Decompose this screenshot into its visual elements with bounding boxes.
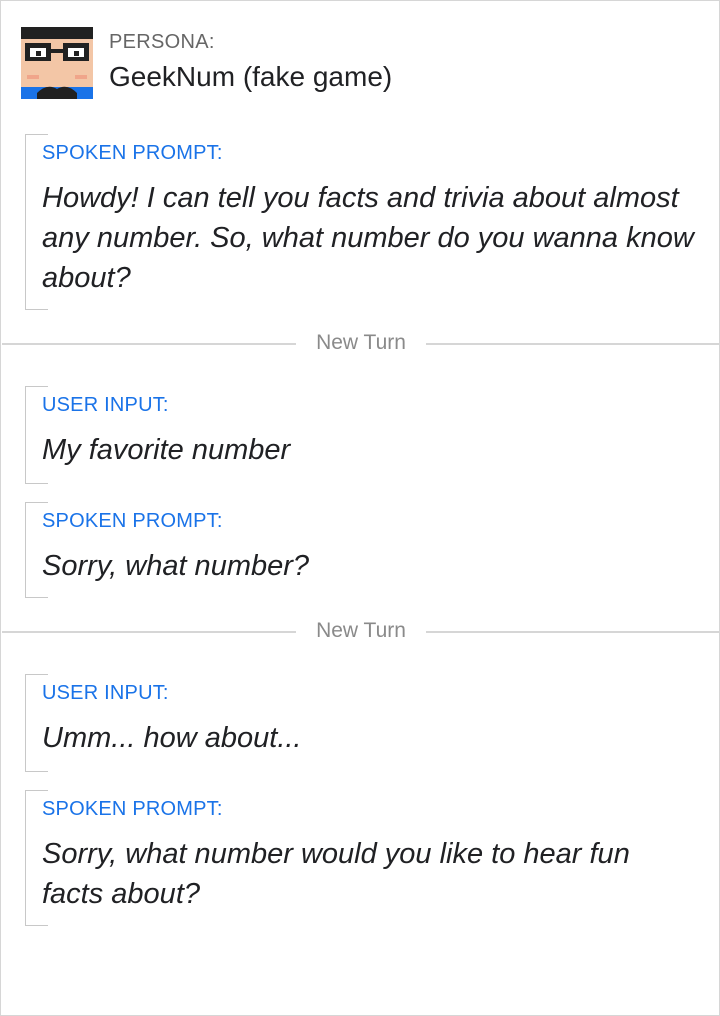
spoken-prompt-label: SPOKEN PROMPT: (42, 510, 223, 532)
user-input-text: My favorite number (42, 434, 291, 466)
user-input-label: USER INPUT: (42, 394, 169, 416)
persona-avatar-icon (21, 27, 93, 99)
spoken-prompt-label: SPOKEN PROMPT: (42, 798, 223, 820)
new-turn-label: New Turn (316, 619, 406, 642)
spoken-prompt-block: SPOKEN PROMPT: Howdy! I can tell you fac… (25, 134, 696, 310)
new-turn-label: New Turn (316, 331, 406, 354)
conversation-card: PERSONA: GeekNum (fake game) SPOKEN PROM… (0, 0, 720, 1016)
user-input-block: USER INPUT: Umm... how about... (25, 674, 696, 772)
spoken-prompt-text: Sorry, what number would you like to hea… (42, 838, 630, 910)
spoken-prompt-text: Howdy! I can tell you facts and trivia a… (42, 182, 694, 294)
user-input-text: Umm... how about... (42, 722, 302, 754)
new-turn-divider: New Turn (2, 619, 720, 642)
spoken-prompt-text: Sorry, what number? (42, 550, 310, 582)
spoken-prompt-block: SPOKEN PROMPT: Sorry, what number? (25, 502, 696, 598)
user-input-block: USER INPUT: My favorite number (25, 386, 696, 484)
new-turn-divider: New Turn (2, 331, 720, 354)
spoken-prompt-label: SPOKEN PROMPT: (42, 142, 223, 164)
persona-name: GeekNum (fake game) (109, 61, 393, 92)
spoken-prompt-block: SPOKEN PROMPT: Sorry, what number would … (25, 790, 696, 926)
user-input-label: USER INPUT: (42, 682, 169, 704)
persona-label: PERSONA: (109, 31, 215, 53)
